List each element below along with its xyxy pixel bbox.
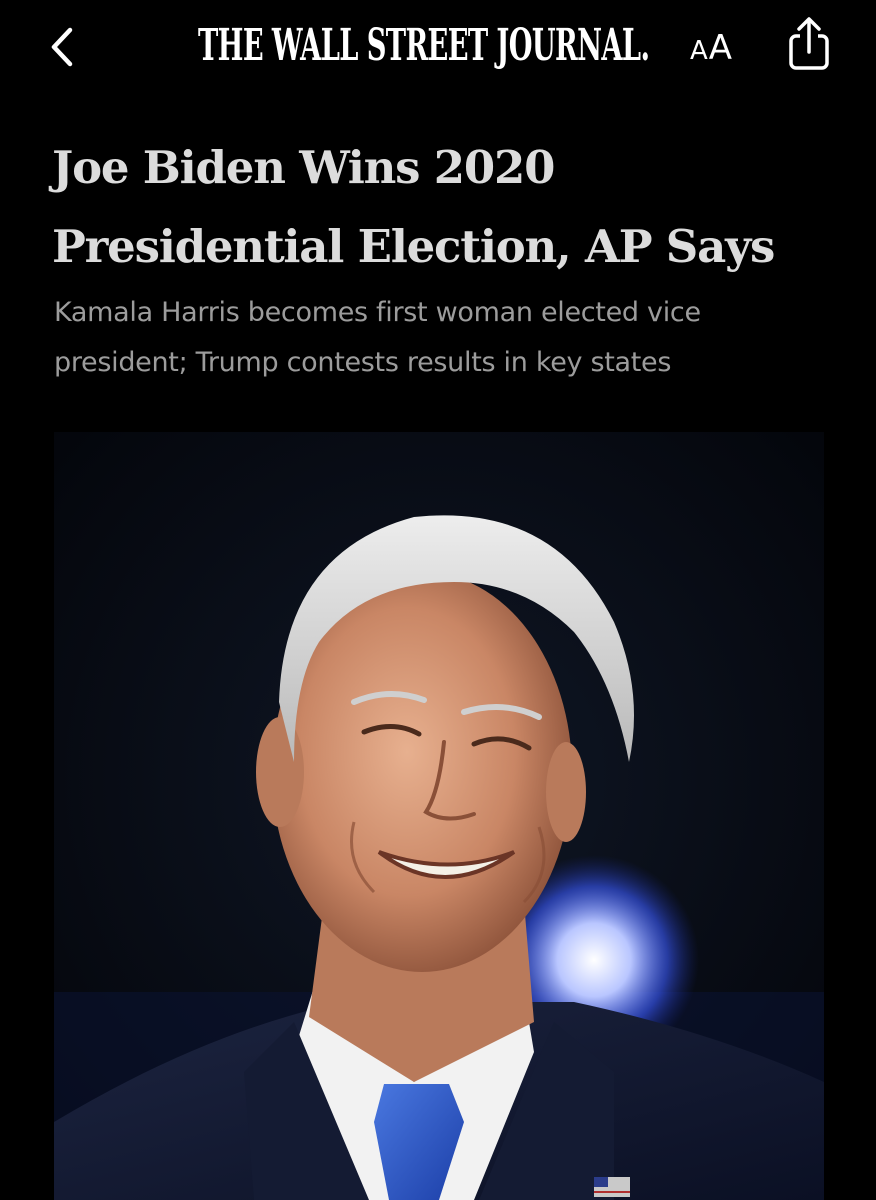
top-nav-bar: THE WALL STREET JOURNAL. A A: [0, 0, 876, 95]
headline-line-2: Presidential Election, AP Says: [52, 220, 775, 273]
article-headline: Joe Biden Wins 2020 Presidential Electio…: [52, 128, 842, 286]
back-button[interactable]: [40, 24, 86, 70]
chevron-left-icon: [51, 27, 73, 67]
text-size-small-glyph: A: [690, 36, 708, 66]
text-size-large-glyph: A: [708, 28, 733, 68]
portrait-illustration: [54, 432, 824, 1200]
share-icon: [789, 17, 829, 70]
subheadline-line-2: president; Trump contests results in key…: [54, 347, 672, 378]
article-subheadline: Kamala Harris becomes first woman electe…: [54, 288, 844, 388]
wsj-masthead-logo[interactable]: THE WALL STREET JOURNAL.: [198, 20, 650, 72]
share-button[interactable]: [784, 14, 834, 72]
text-size-button[interactable]: A A: [690, 28, 732, 68]
subheadline-line-1: Kamala Harris becomes first woman electe…: [54, 297, 701, 328]
headline-line-1: Joe Biden Wins 2020: [52, 141, 555, 194]
article-lead-photo[interactable]: [54, 432, 824, 1200]
